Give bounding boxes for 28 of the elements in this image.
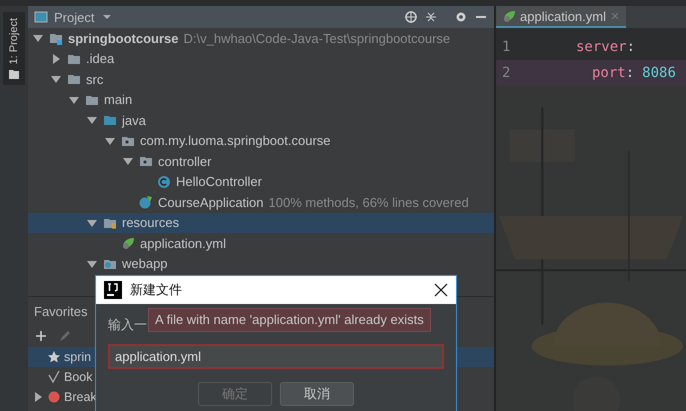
- tree-item-note: D:\v_hwhao\Code-Java-Test\springbootcourse: [184, 30, 450, 46]
- tree-item-label: controller: [158, 154, 212, 169]
- colon: :: [626, 39, 636, 55]
- tree-item-label: resources: [122, 215, 180, 230]
- tree-item-label: java: [122, 112, 146, 128]
- tree-item-label: springbootcourse: [68, 30, 179, 46]
- tree-item-label: HelloController: [176, 174, 262, 190]
- panel-title: Favorites: [34, 304, 88, 318]
- favorites-item-label: Break: [64, 390, 97, 404]
- tree-item-label: webapp: [122, 256, 168, 272]
- tree-item-label: CourseApplication: [158, 194, 264, 210]
- tree-item-label: application.yml: [140, 236, 226, 251]
- tree-item-note: 100% methods, 66% lines covered: [268, 194, 469, 210]
- tree-item-label: src: [86, 72, 104, 87]
- dialog-title: 新建文件: [130, 281, 182, 299]
- yaml-key: port: [592, 65, 626, 81]
- colon: :: [626, 65, 634, 81]
- line-number: 1: [501, 39, 512, 55]
- error-tooltip: A file with name 'application.yml' already exists: [148, 308, 431, 332]
- tree-item-label: main: [104, 92, 132, 108]
- line-number: 2: [501, 65, 512, 81]
- yaml-key: server: [576, 39, 627, 55]
- yaml-value: 8086: [642, 65, 676, 81]
- favorites-item-label: Book: [64, 370, 92, 384]
- tree-item-label: com.my.luoma.springboot.course: [140, 133, 331, 148]
- field-label: 输入一: [108, 316, 147, 334]
- favorites-item-label: sprin: [64, 350, 92, 364]
- tree-item-label: .idea: [86, 51, 114, 66]
